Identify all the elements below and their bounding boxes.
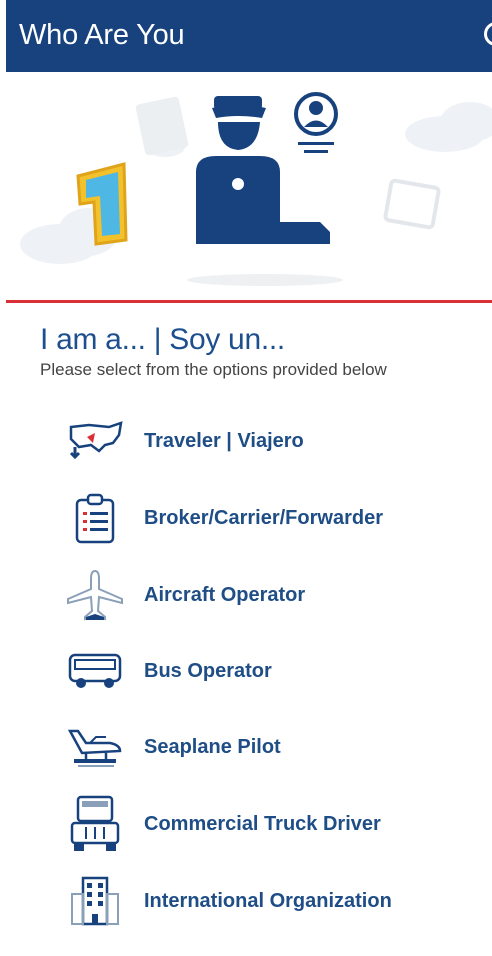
option-label: Bus Operator — [144, 659, 272, 682]
option-label: Traveler | Viajero — [144, 429, 304, 452]
officer-icon — [196, 96, 330, 244]
info-icon[interactable] — [484, 22, 492, 46]
option-label: International Organization — [144, 889, 392, 912]
airplane-icon — [60, 565, 130, 625]
section-heading: I am a... | Soy un... — [40, 323, 285, 356]
document-icon — [135, 96, 441, 230]
option-label: Broker/Carrier/Forwarder — [144, 506, 383, 529]
app-bar: Who Are You — [6, 0, 492, 72]
seaplane-icon — [60, 717, 130, 777]
hero-illustration — [0, 72, 492, 302]
option-traveler[interactable]: Traveler | Viajero — [60, 408, 480, 474]
option-broker[interactable]: Broker/Carrier/Forwarder — [60, 485, 480, 551]
user-profile-icon — [294, 92, 338, 153]
truck-icon — [60, 794, 130, 854]
us-map-icon — [60, 411, 130, 471]
option-seaplane-pilot[interactable]: Seaplane Pilot — [60, 714, 480, 780]
option-bus-operator[interactable]: Bus Operator — [60, 638, 480, 704]
hero-divider — [6, 300, 492, 303]
option-aircraft-operator[interactable]: Aircraft Operator — [60, 562, 480, 628]
option-label: Seaplane Pilot — [144, 735, 281, 758]
option-international-organization[interactable]: International Organization — [60, 868, 480, 934]
section-subtitle: Please select from the options provided … — [40, 360, 387, 379]
page-title: Who Are You — [19, 19, 185, 51]
option-label: Commercial Truck Driver — [144, 812, 381, 835]
building-icon — [60, 871, 130, 931]
clipboard-icon — [60, 488, 130, 548]
bus-icon — [60, 641, 130, 701]
option-label: Aircraft Operator — [144, 583, 306, 606]
option-truck-driver[interactable]: Commercial Truck Driver — [60, 791, 480, 857]
